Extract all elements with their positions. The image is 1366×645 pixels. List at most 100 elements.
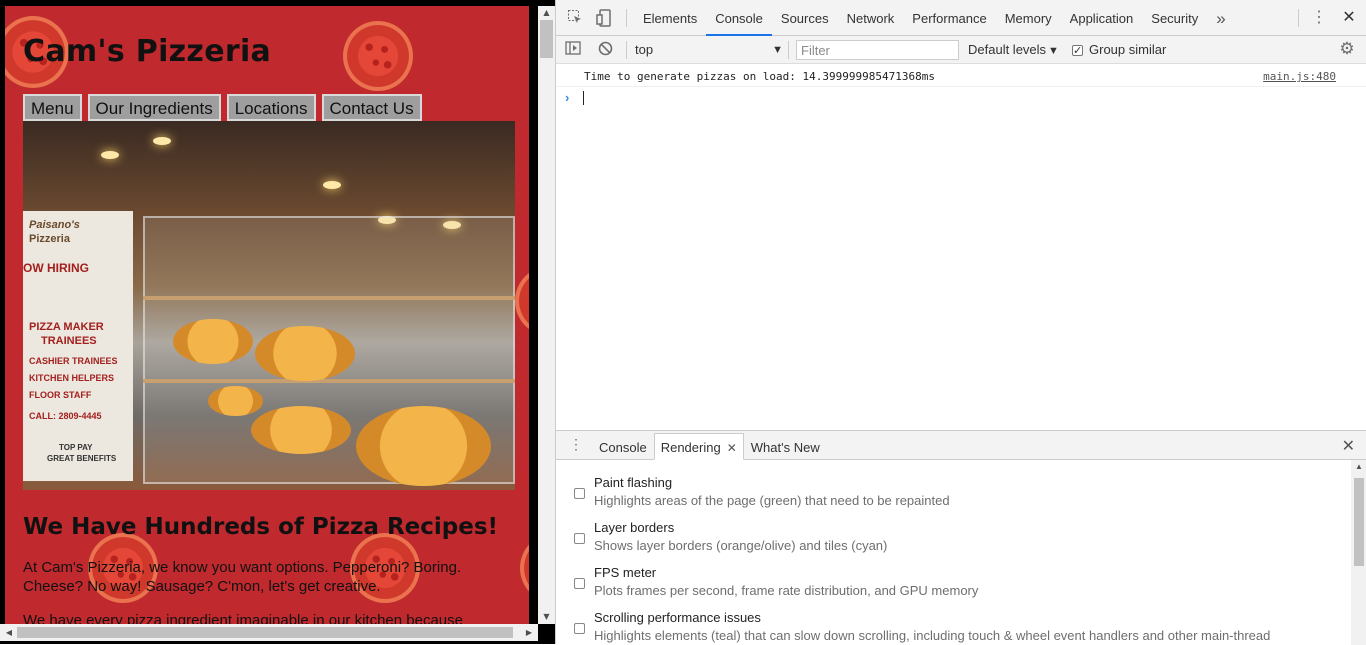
page-horizontal-scrollbar[interactable]: ◀ ▶ [0,624,538,641]
paint-flashing-checkbox[interactable] [574,488,585,499]
console-settings-gear-icon[interactable]: ⚙ [1338,40,1356,58]
layer-borders-checkbox[interactable] [574,533,585,544]
devtools-drawer: ⋮ Console Rendering ✕ What's New ✕ Paint … [556,430,1366,645]
banner-line: PIZZA MAKER [29,321,104,333]
drawer-tab-rendering[interactable]: Rendering ✕ [653,433,744,460]
display-shelf [143,379,515,383]
chevron-down-icon: ▼ [772,44,783,56]
background-pizza [515,266,529,336]
scroll-up-arrow-icon[interactable]: ▲ [538,6,555,20]
tab-performance[interactable]: Performance [903,0,995,36]
scroll-right-arrow-icon[interactable]: ▶ [522,624,536,641]
chevron-down-icon: ▼ [1048,45,1059,57]
option-title: Paint flashing [594,475,673,490]
context-select[interactable]: top ▼ [635,41,783,59]
scrolling-performance-checkbox[interactable] [574,623,585,634]
option-description: Shows layer borders (orange/olive) and t… [594,538,888,553]
scrollbar-thumb[interactable] [1354,478,1364,566]
console-message-source-link[interactable]: main.js:480 [1263,70,1336,83]
banner-line: FLOOR STAFF [29,390,92,400]
drawer-tab-label: Console [599,440,647,455]
text-cursor [583,91,584,105]
background-pizza [343,21,413,91]
drawer-tablist: Console Rendering ✕ What's New [592,433,827,460]
group-similar-label: Group similar [1089,42,1167,57]
option-title: Scrolling performance issues [594,610,761,625]
pizzeria-site: Cam's Pizzeria Menu Our Ingredients Loca… [5,6,529,624]
background-pizza [520,533,529,603]
toolbar-divider [788,41,789,59]
log-levels-label: Default levels [968,42,1047,57]
pizza [173,319,253,364]
console-message-text: Time to generate pizzas on load: 14.3999… [584,70,935,83]
console-message: Time to generate pizzas on load: 14.3999… [556,64,1366,87]
console-output[interactable]: Time to generate pizzas on load: 14.3999… [556,64,1366,430]
display-shelf [143,296,515,300]
nav-locations-button[interactable]: Locations [226,94,316,121]
devtools-tablist: Elements Console Sources Network Perform… [634,0,1235,36]
console-prompt[interactable]: › [556,88,1366,108]
tab-security[interactable]: Security [1142,0,1207,36]
scroll-left-arrow-icon[interactable]: ◀ [2,624,16,641]
tab-memory[interactable]: Memory [996,0,1061,36]
log-levels-dropdown[interactable]: Default levels ▼ [968,41,1059,60]
nav-contact-button[interactable]: Contact Us [321,94,422,121]
scrollbar-thumb[interactable] [540,20,553,58]
inspect-element-icon[interactable] [566,9,584,27]
nav-ingredients-button[interactable]: Our Ingredients [87,94,221,121]
toolbar-divider [626,41,627,59]
tab-sources[interactable]: Sources [772,0,838,36]
page-pane: Cam's Pizzeria Menu Our Ingredients Loca… [0,0,555,644]
nav-menu-button[interactable]: Menu [23,94,82,121]
tab-console[interactable]: Console [706,0,772,36]
device-toolbar-icon[interactable] [595,9,613,27]
show-sidebar-icon[interactable] [564,41,582,59]
scrollbar-thumb[interactable] [17,627,513,638]
banner-line: Paisano's [29,219,80,231]
scroll-up-arrow-icon[interactable]: ▲ [1351,462,1366,471]
option-description: Highlights areas of the page (green) tha… [594,493,950,508]
tab-application[interactable]: Application [1061,0,1143,36]
banner-line: OW HIRING [23,261,89,275]
ceiling-light [153,137,171,145]
banner-line: Pizzeria [29,233,70,245]
devtools-tabbar: Elements Console Sources Network Perform… [556,0,1366,36]
banner-line: CASHIER TRAINEES [29,356,118,366]
banner-line: KITCHEN HELPERS [29,373,115,383]
close-drawer-icon[interactable]: ✕ [1342,436,1355,456]
clear-console-icon[interactable] [596,41,614,59]
drawer-tab-console[interactable]: Console [592,433,654,460]
customize-menu-icon[interactable]: ⋮ [1310,9,1328,27]
group-similar-checkbox[interactable] [1072,42,1083,60]
scroll-down-arrow-icon[interactable]: ▼ [538,610,555,624]
devtools-panel: Elements Console Sources Network Perform… [555,0,1366,645]
fps-meter-checkbox[interactable] [574,578,585,589]
drawer-tab-whats-new[interactable]: What's New [744,433,827,460]
group-similar-toggle[interactable]: Group similar [1072,41,1167,60]
page-vertical-scrollbar[interactable]: ▲ ▼ [538,6,555,624]
close-tab-icon[interactable]: ✕ [727,441,737,455]
more-tabs-icon[interactable]: » [1207,0,1234,36]
toolbar-divider [626,9,627,27]
banner-line: CALL: 2809-4445 [29,411,102,421]
filter-input[interactable] [796,40,959,60]
close-devtools-icon[interactable]: ✕ [1340,9,1358,27]
console-toolbar: top ▼ Default levels▼ Group similar ⚙ [556,36,1366,64]
site-nav: Menu Our Ingredients Locations Contact U… [23,94,422,121]
drawer-tab-label: What's New [750,440,820,455]
drawer-menu-icon[interactable]: ⋮ [569,436,583,453]
banner-line: TOP PAY [59,443,93,452]
ingredients-paragraph: We have every pizza ingredient imaginabl… [23,612,463,624]
banner-line: GREAT BENEFITS [47,454,117,463]
ceiling-light [101,151,119,159]
drawer-tab-label: Rendering [660,440,721,455]
ceiling-light [323,181,341,189]
tab-elements[interactable]: Elements [634,0,706,36]
tab-network[interactable]: Network [838,0,904,36]
page-viewport[interactable]: Cam's Pizzeria Menu Our Ingredients Loca… [0,6,538,624]
banner-line: TRAINEES [41,335,97,347]
hiring-banner: Paisano's Pizzeria OW HIRING PIZZA MAKER… [23,211,133,481]
pizza [255,326,355,381]
pizzeria-photo: Paisano's Pizzeria OW HIRING PIZZA MAKER… [23,121,515,490]
drawer-scrollbar[interactable]: ▲ [1351,460,1366,645]
